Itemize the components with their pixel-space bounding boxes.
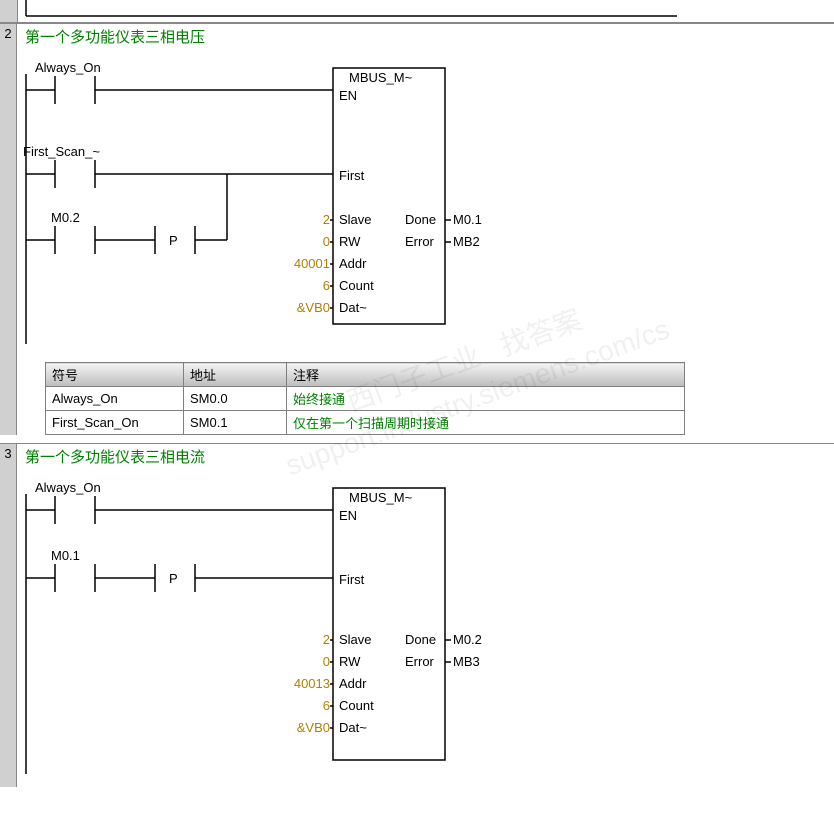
block-name: MBUS_M~ (349, 490, 413, 505)
symbol-table-net2: 符号 地址 注释 Always_On SM0.0 始终接通 First_Scan… (45, 362, 685, 435)
input-addr: 40001 (294, 256, 330, 271)
output-done: M0.1 (453, 212, 482, 227)
output-error: MB3 (453, 654, 480, 669)
svg-text:EN: EN (339, 88, 357, 103)
svg-text:Error: Error (405, 234, 435, 249)
contact-m02: M0.2 (51, 210, 80, 225)
block-name: MBUS_M~ (349, 70, 413, 85)
svg-text:Done: Done (405, 632, 436, 647)
svg-text:Slave: Slave (339, 632, 372, 647)
svg-text:Dat~: Dat~ (339, 300, 367, 315)
contact-m01: M0.1 (51, 548, 80, 563)
network-title: 第一个多功能仪表三相电流 (25, 448, 205, 466)
svg-text:Slave: Slave (339, 212, 372, 227)
svg-text:Addr: Addr (339, 256, 367, 271)
input-slave: 2 (323, 632, 330, 647)
contact-always-on: Always_On (35, 60, 101, 75)
input-count: 6 (323, 698, 330, 713)
svg-text:Dat~: Dat~ (339, 720, 367, 735)
svg-text:RW: RW (339, 654, 361, 669)
svg-text:Done: Done (405, 212, 436, 227)
input-rw: 0 (323, 234, 330, 249)
symbol-row: First_Scan_On SM0.1 仅在第一个扫描周期时接通 (46, 411, 685, 435)
svg-text:Addr: Addr (339, 676, 367, 691)
contact-always-on: Always_On (35, 480, 101, 495)
pulse-p-icon: P (169, 571, 178, 586)
ladder-svg-net3: 第一个多功能仪表三相电流 Always_On M0.1 P MBUS_M~ EN… (17, 444, 697, 784)
input-slave: 2 (323, 212, 330, 227)
svg-text:Count: Count (339, 278, 374, 293)
network-fragment-top (0, 0, 834, 23)
output-done: M0.2 (453, 632, 482, 647)
network-title: 第一个多功能仪表三相电压 (25, 28, 205, 46)
svg-text:First: First (339, 168, 365, 183)
svg-text:EN: EN (339, 508, 357, 523)
contact-first-scan: First_Scan_~ (23, 144, 100, 159)
svg-text:RW: RW (339, 234, 361, 249)
network-2: 2 第一个多功能仪表三相电压 Always_On First_Scan_~ M0… (0, 23, 834, 435)
network-number-3: 3 (0, 444, 17, 787)
pulse-p-icon: P (169, 233, 178, 248)
network-3: 3 第一个多功能仪表三相电流 Always_On M0.1 P MBUS_M~ (0, 443, 834, 787)
svg-text:First: First (339, 572, 365, 587)
input-dat: &VB0 (297, 300, 330, 315)
svg-text:Count: Count (339, 698, 374, 713)
symbol-table-header: 符号 地址 注释 (46, 363, 685, 387)
input-count: 6 (323, 278, 330, 293)
symbol-row: Always_On SM0.0 始终接通 (46, 387, 685, 411)
input-dat: &VB0 (297, 720, 330, 735)
svg-text:Error: Error (405, 654, 435, 669)
output-error: MB2 (453, 234, 480, 249)
input-addr: 40013 (294, 676, 330, 691)
ladder-svg-net2: 第一个多功能仪表三相电压 Always_On First_Scan_~ M0.2 (17, 24, 697, 359)
network-number-2: 2 (0, 24, 17, 435)
input-rw: 0 (323, 654, 330, 669)
